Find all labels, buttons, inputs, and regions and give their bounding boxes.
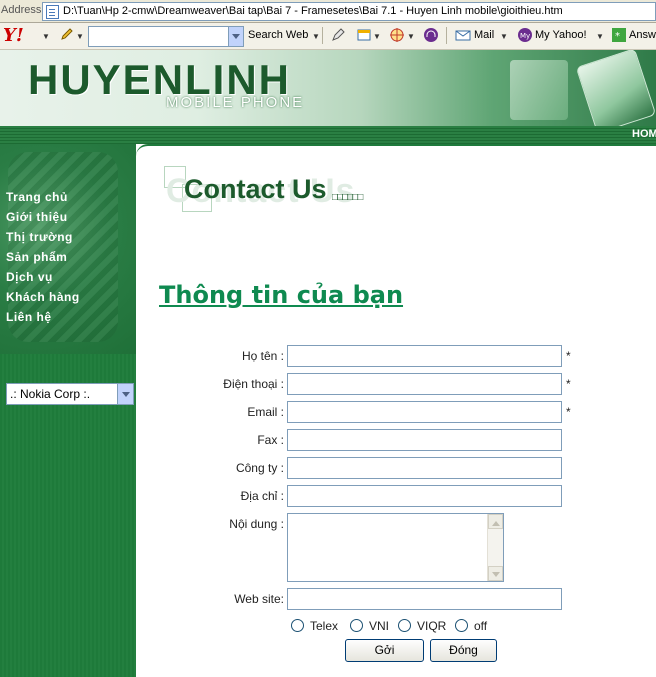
banner-phone-image [575,50,656,134]
section-title: Thông tin của bạn [159,281,404,309]
brand-select-value: .: Nokia Corp :. [10,387,91,401]
yahoo-menu-arrow-icon[interactable]: ▼ [42,32,50,41]
form-row-company: Công ty : [136,457,656,479]
required-marker: * [566,349,571,363]
form-row-email: Email : * [136,401,656,423]
radio-viqr[interactable]: VIQR [398,619,446,633]
contact-title: Contact Us [184,174,327,204]
menu-item-trang-chu[interactable]: Trang chủ [6,189,80,209]
my-yahoo-button[interactable]: My Yahoo! [535,29,587,41]
phone-label: Điện thoại : [223,377,284,391]
site-tagline: MOBILE PHONE [166,94,305,111]
menu-item-khach-hang[interactable]: Khách hàng [6,289,80,309]
form-row-name: Họ tên : * [136,345,656,367]
form-row-fax: Fax : [136,429,656,451]
radio-circle-icon [398,619,411,632]
content-frame: Contact Us Contact Us □□□□□□ Thông tin c… [136,144,656,677]
website-label: Web site: [234,592,284,606]
menu-item-gioi-thieu[interactable]: Giới thiệu [6,209,80,229]
required-marker: * [566,405,571,419]
radio-circle-icon [455,619,468,632]
menu-item-dich-vu[interactable]: Dịch vụ [6,269,80,289]
main-menu: Trang chủ Giới thiệu Thị trường Sản phẩm… [6,189,80,329]
my-yahoo-arrow-icon[interactable]: ▼ [596,32,604,41]
banner-phone-image [510,60,568,120]
mail-arrow-icon[interactable]: ▼ [500,32,508,41]
my-yahoo-icon[interactable]: My [517,27,533,43]
message-textarea[interactable] [287,513,504,582]
menu-item-thi-truong[interactable]: Thị trường [6,229,80,249]
email-label: Email : [247,405,284,419]
scroll-down-icon[interactable] [488,566,503,581]
radio-viqr-label: VIQR [417,619,447,633]
radio-off-label: off [474,619,488,633]
email-field[interactable] [287,401,562,423]
name-field[interactable] [287,345,562,367]
pencil-menu-arrow-icon[interactable]: ▼ [76,32,84,41]
company-field[interactable] [287,457,562,479]
radio-telex-label: Telex [310,619,339,633]
website-field[interactable] [287,588,562,610]
close-button[interactable]: Đóng [430,639,497,662]
address-label: Address [1,4,42,16]
menu-item-san-pham[interactable]: Sản phẩm [6,249,80,269]
radio-vni[interactable]: VNI [350,619,389,633]
fax-field[interactable] [287,429,562,451]
antispy-icon[interactable] [389,27,405,43]
banner-stripe [0,126,656,144]
phone-field[interactable] [287,373,562,395]
address-input[interactable]: D:\Tuan\Hp 2-cmw\Dreamweaver\Bai tap\Bai… [42,2,656,21]
mail-button[interactable]: Mail [474,29,494,41]
bookmark-icon[interactable] [356,27,372,43]
required-marker: * [566,377,571,391]
company-label: Công ty : [235,461,284,475]
fax-label: Fax : [257,433,284,447]
brand-select[interactable]: .: Nokia Corp :. [6,383,134,405]
message-label: Nội dung : [229,517,284,531]
radio-circle-icon [350,619,363,632]
form-row-website: Web site: [136,588,656,610]
search-web-button[interactable]: Search Web [248,29,308,41]
toolbar-separator [446,27,447,44]
radio-telex[interactable]: Telex [291,619,338,633]
submit-button[interactable]: Gởi [345,639,424,662]
pencil-icon[interactable] [60,27,74,41]
yahoo-logo-button[interactable]: Y! [3,25,24,46]
radio-vni-label: VNI [369,619,390,633]
form-row-address: Địa chỉ : [136,485,656,507]
headphones-icon[interactable] [423,27,439,43]
toolbar-separator [322,27,323,44]
svg-text:My: My [520,32,530,40]
contact-title-squares: □□□□□□ [332,192,363,203]
search-web-arrow-icon[interactable]: ▼ [312,32,320,41]
address-label: Địa chỉ : [240,489,284,503]
svg-text:*: * [615,31,620,42]
antispy-arrow-icon[interactable]: ▼ [407,32,415,41]
mail-icon[interactable] [455,27,471,43]
home-link[interactable]: HOM [632,128,656,140]
address-url: D:\Tuan\Hp 2-cmw\Dreamweaver\Bai tap\Bai… [63,5,563,17]
answers-button[interactable]: Answ [629,29,656,41]
address-bar: Address D:\Tuan\Hp 2-cmw\Dreamweaver\Bai… [0,0,656,23]
textarea-scrollbar[interactable] [487,514,503,581]
form-row-phone: Điện thoại : * [136,373,656,395]
page-icon [46,5,59,19]
chevron-down-icon[interactable] [117,384,133,404]
search-dropdown-icon[interactable] [228,27,243,46]
menu-item-lien-he[interactable]: Liên hệ [6,309,80,329]
site-banner: HUYENLINH MOBILE PHONE HOM [0,50,656,144]
scroll-up-icon[interactable] [488,514,503,529]
address-field[interactable] [287,485,562,507]
answers-icon[interactable]: * [611,27,627,43]
bookmark-arrow-icon[interactable]: ▼ [373,32,381,41]
radio-off[interactable]: off [455,619,487,633]
search-input[interactable] [88,26,244,47]
radio-circle-icon [291,619,304,632]
yahoo-toolbar: Y! ▼ ▼ Search Web ▼ ▼ ▼ Mail ▼ My My Yah… [0,23,656,50]
name-label: Họ tên : [241,349,284,363]
highlight-icon[interactable] [330,27,346,43]
